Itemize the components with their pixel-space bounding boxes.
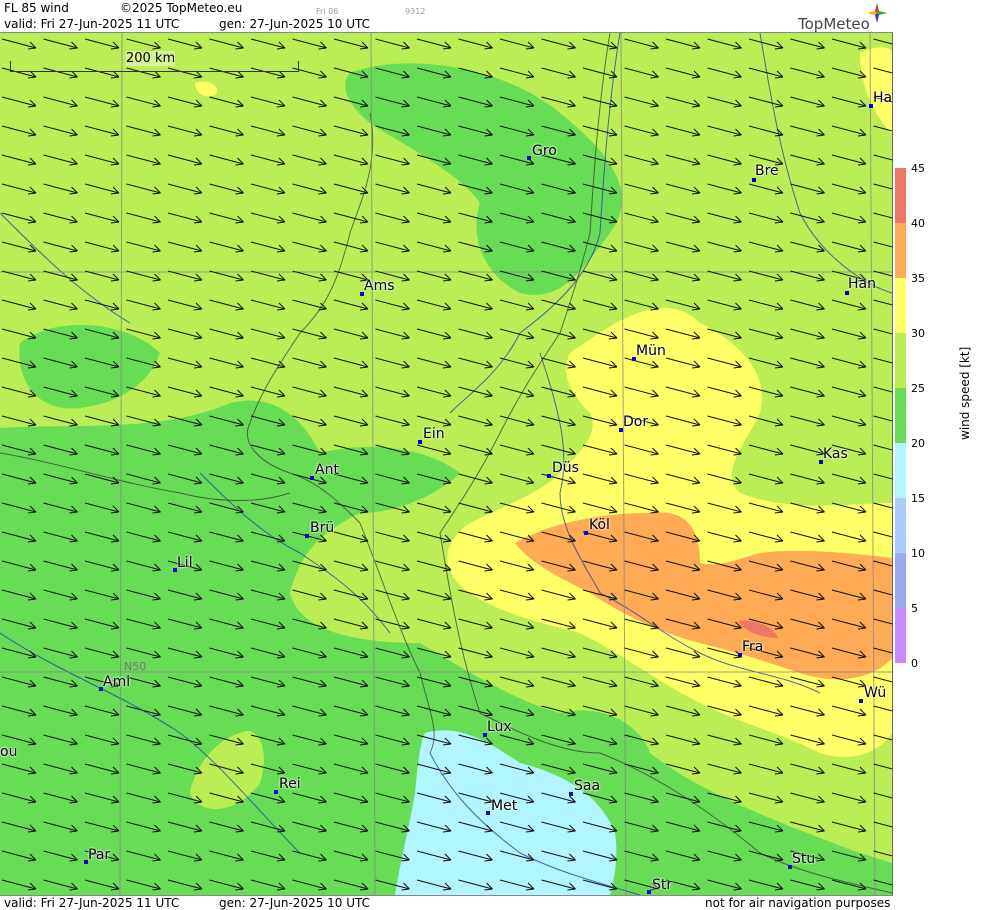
city-label: Lux <box>487 719 512 735</box>
city-label: Kas <box>823 446 848 462</box>
footer-valid-time: valid: Fri 27-Jun-2025 11 UTC <box>4 896 180 910</box>
colorbar-segment <box>895 333 906 388</box>
small-code-label: 9312 <box>405 7 426 16</box>
city-marker <box>305 534 309 538</box>
city-marker <box>527 156 531 160</box>
generated-time: gen: 27-Jun-2025 10 UTC <box>219 17 371 31</box>
city-label: Ha <box>873 90 893 106</box>
city-label: Ams <box>364 278 395 294</box>
city-marker <box>418 440 422 444</box>
city-marker <box>584 531 588 535</box>
city-marker <box>486 811 490 815</box>
city-marker <box>569 792 573 796</box>
city-label: Ami <box>103 674 131 690</box>
city-label: Ant <box>315 462 339 478</box>
colorbar-segment <box>895 498 906 553</box>
colorbar-tick: 0 <box>911 657 918 670</box>
logo-text: TopMeteo <box>798 15 870 33</box>
city-label: Str <box>652 877 673 893</box>
city-label: Dor <box>623 414 649 430</box>
city-label: Gro <box>532 143 557 159</box>
colorbar-tick: 10 <box>911 547 925 560</box>
colorbar-segment <box>895 278 906 333</box>
colorbar-tick: 20 <box>911 437 925 450</box>
wind-map[interactable]: 200 km N50 Gro Bre Ha Ams Han Mün Dor Ei… <box>0 33 893 895</box>
city-marker <box>310 476 314 480</box>
compass-logo-icon <box>867 3 887 23</box>
colorbar <box>895 168 906 663</box>
city-label: Han <box>848 276 876 292</box>
city-label: ou <box>0 744 18 760</box>
colorbar-tick: 35 <box>911 272 925 285</box>
city-label: Köl <box>589 517 610 533</box>
product-title: FL 85 wind <box>4 1 69 15</box>
city-label: Par <box>88 847 111 863</box>
city-label: Stu <box>792 851 816 867</box>
city-marker <box>647 890 651 894</box>
city-marker <box>547 474 551 478</box>
city-label: Met <box>491 798 518 814</box>
colorbar-tick: 40 <box>911 217 925 230</box>
city-label: Rei <box>279 776 301 792</box>
colorbar-segment <box>895 443 906 498</box>
footer-generated-time: gen: 27-Jun-2025 10 UTC <box>219 896 371 910</box>
colorbar-tick: 15 <box>911 492 925 505</box>
city-label: Mün <box>636 343 666 359</box>
colorbar-title: wind speed [kt] <box>958 346 972 440</box>
colorbar-tick: 45 <box>911 162 925 175</box>
city-label: Fra <box>742 639 764 655</box>
scale-label: 200 km <box>126 51 176 66</box>
header-bar: FL 85 wind ©2025 TopMeteo.eu Fri 06 9312… <box>0 0 893 33</box>
footer-disclaimer: not for air navigation purposes <box>705 896 891 910</box>
valid-time: valid: Fri 27-Jun-2025 11 UTC <box>4 17 180 31</box>
colorbar-segment <box>895 168 906 223</box>
city-label: Lil <box>177 555 193 571</box>
latitude-label: N50 <box>124 660 147 673</box>
colorbar-segment <box>895 553 906 608</box>
copyright: ©2025 TopMeteo.eu <box>120 1 243 15</box>
city-label: Saa <box>574 778 601 794</box>
colorbar-segment <box>895 223 906 278</box>
city-label: Wü <box>864 685 887 701</box>
city-label: Ein <box>423 426 445 442</box>
city-marker <box>274 790 278 794</box>
city-label: Düs <box>552 460 579 476</box>
city-marker <box>859 699 863 703</box>
colorbar-tick: 30 <box>911 327 925 340</box>
footer-bar: valid: Fri 27-Jun-2025 11 UTC gen: 27-Ju… <box>0 895 893 910</box>
colorbar-segment <box>895 388 906 443</box>
city-label: Bre <box>755 163 779 179</box>
city-label: Brü <box>310 520 335 536</box>
colorbar-segment <box>895 608 906 663</box>
colorbar-tick: 25 <box>911 382 925 395</box>
colorbar-tick: 5 <box>911 602 918 615</box>
